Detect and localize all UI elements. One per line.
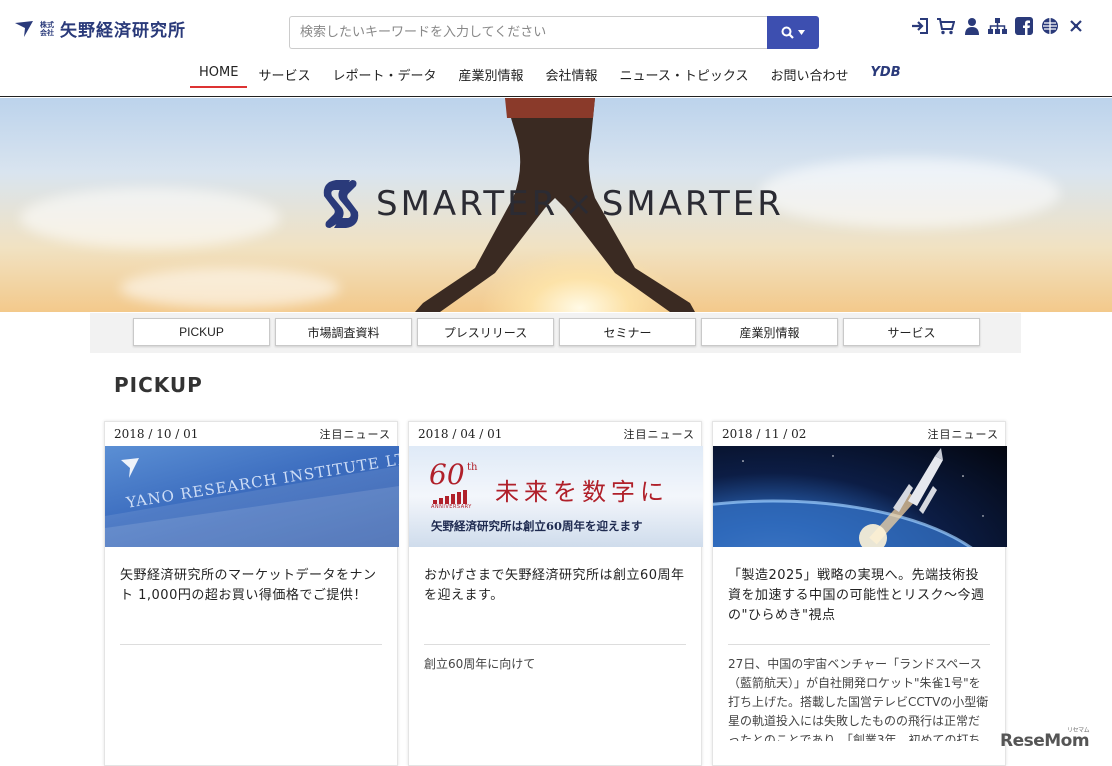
bar-graph-icon (433, 490, 467, 504)
anniversary-number: 60 (429, 458, 465, 491)
card-header: 2018 / 11 / 02 注目ニュース (713, 422, 1005, 446)
card-body: 創立60周年に向けて (424, 657, 536, 671)
caret-down-icon (798, 30, 805, 35)
sitemap-icon[interactable] (988, 16, 1007, 36)
anniversary-label: ANNIVERSARY (431, 504, 472, 510)
card-date: 2018 / 10 / 01 (114, 427, 199, 441)
nav-services[interactable]: サービス (247, 60, 321, 88)
watermark-text: ReseMom (1000, 731, 1090, 751)
search-bar (289, 16, 819, 49)
search-icon (781, 26, 794, 39)
card-title[interactable]: 「製造2025」戦略の実現へ。先端技術投資を加速する中国の可能性とリスク～今週の… (713, 547, 1005, 644)
search-button[interactable] (767, 16, 819, 49)
card-image[interactable] (713, 446, 1007, 547)
card-title[interactable]: 矢野経済研究所のマーケットデータをナント 1,000円の超お買い得価格でご提供！ (105, 547, 397, 644)
main-nav: HOME サービス レポート・データ 産業別情報 会社情報 ニュース・トピックス… (190, 60, 912, 90)
hero-slogan-right: SMARTER (601, 184, 784, 224)
cart-icon[interactable] (936, 16, 955, 36)
card-date: 2018 / 04 / 01 (418, 427, 503, 441)
anniversary-badge: 60 th ANNIVERSARY (429, 458, 489, 510)
hero-slogan-left: SMARTER (376, 184, 559, 224)
rocket-space-graphic (713, 448, 984, 547)
card-title[interactable]: おかげさまで矢野経済研究所は創立60周年を迎えます。 (409, 547, 701, 644)
site-logo[interactable]: 株式 会社 矢野経済研究所 (14, 16, 186, 41)
tab-pickup[interactable]: PICKUP (133, 318, 270, 346)
card-body (105, 645, 397, 655)
category-tabs: PICKUP 市場調査資料 プレスリリース セミナー 産業別情報 サービス (133, 318, 980, 346)
language-icon[interactable] (1040, 16, 1059, 36)
pickup-card[interactable]: 2018 / 04 / 01 注目ニュース 60 th ANNIVERSARY … (408, 421, 703, 766)
smarter-logo-icon (323, 180, 359, 228)
pickup-card[interactable]: 2018 / 10 / 01 注目ニュース YANO RESEARCH INST… (104, 421, 399, 766)
logo-company-name: 矢野経済研究所 (60, 21, 186, 41)
hero-banner[interactable]: SMARTER × SMARTER (0, 98, 1112, 312)
nav-home[interactable]: HOME (190, 60, 248, 88)
section-title-pickup: PICKUP (114, 373, 203, 397)
logo-company-type: 株式 会社 (40, 21, 54, 37)
login-icon[interactable] (910, 16, 929, 36)
hero-cloud (120, 268, 340, 308)
card-image-headline: 未来を数字に (495, 478, 669, 506)
card-badge: 注目ニュース (623, 428, 695, 441)
watermark-small: リセマム (1067, 727, 1090, 734)
hero-slogan-cross: × (564, 184, 596, 224)
logo-small-top: 株式 (40, 20, 54, 29)
nav-ydb-logo[interactable]: YDB (860, 60, 912, 88)
tab-industry-info[interactable]: 産業別情報 (701, 318, 838, 346)
header-icon-bar (910, 16, 1085, 36)
card-header: 2018 / 04 / 01 注目ニュース (409, 422, 701, 446)
card-badge: 注目ニュース (927, 428, 999, 441)
logo-mark-icon (15, 20, 33, 37)
nav-reports-data[interactable]: レポート・データ (321, 60, 447, 88)
facebook-icon[interactable] (1014, 16, 1033, 36)
pickup-card[interactable]: 2018 / 11 / 02 注目ニュース 「製造2025」戦略の実現へ。先端技… (712, 421, 1007, 766)
card-date: 2018 / 11 / 02 (722, 427, 807, 441)
tab-press-release[interactable]: プレスリリース (417, 318, 554, 346)
card-image[interactable]: YANO RESEARCH INSTITUTE LTD. (105, 446, 399, 547)
card-body: 27日、中国の宇宙ベンチャー「ランドスペース（藍箭航天）」が自社開発ロケット"朱… (728, 657, 989, 741)
card-badge: 注目ニュース (319, 428, 391, 441)
logo-small-bottom: 会社 (40, 28, 54, 37)
hero-slogan: SMARTER × SMARTER (320, 178, 784, 230)
resemom-watermark: ReseMom リセマム (1000, 727, 1090, 751)
tab-market-research[interactable]: 市場調査資料 (275, 318, 412, 346)
nav-news-topics[interactable]: ニュース・トピックス (609, 60, 760, 88)
nav-company-info[interactable]: 会社情報 (535, 60, 609, 88)
card-image-subline: 矢野経済研究所は創立60周年を迎えます (431, 519, 643, 533)
tab-seminar[interactable]: セミナー (559, 318, 696, 346)
card-header: 2018 / 10 / 01 注目ニュース (105, 422, 397, 446)
card-image[interactable]: 60 th ANNIVERSARY 未来を数字に 矢野経済研究所は創立60周年を… (409, 446, 703, 547)
nav-industry-info[interactable]: 産業別情報 (447, 60, 534, 88)
user-icon[interactable] (962, 16, 981, 36)
nav-contact[interactable]: お問い合わせ (759, 60, 859, 88)
share-icon[interactable] (1066, 16, 1085, 36)
site-header: 株式 会社 矢野経済研究所 検索したいキーワードを入力してください HOME サ… (0, 0, 1112, 97)
anniversary-th: th (467, 462, 478, 473)
search-input[interactable] (289, 16, 767, 49)
hero-cloud (20, 188, 280, 248)
hero-cloud (760, 158, 1060, 228)
tab-services[interactable]: サービス (843, 318, 980, 346)
